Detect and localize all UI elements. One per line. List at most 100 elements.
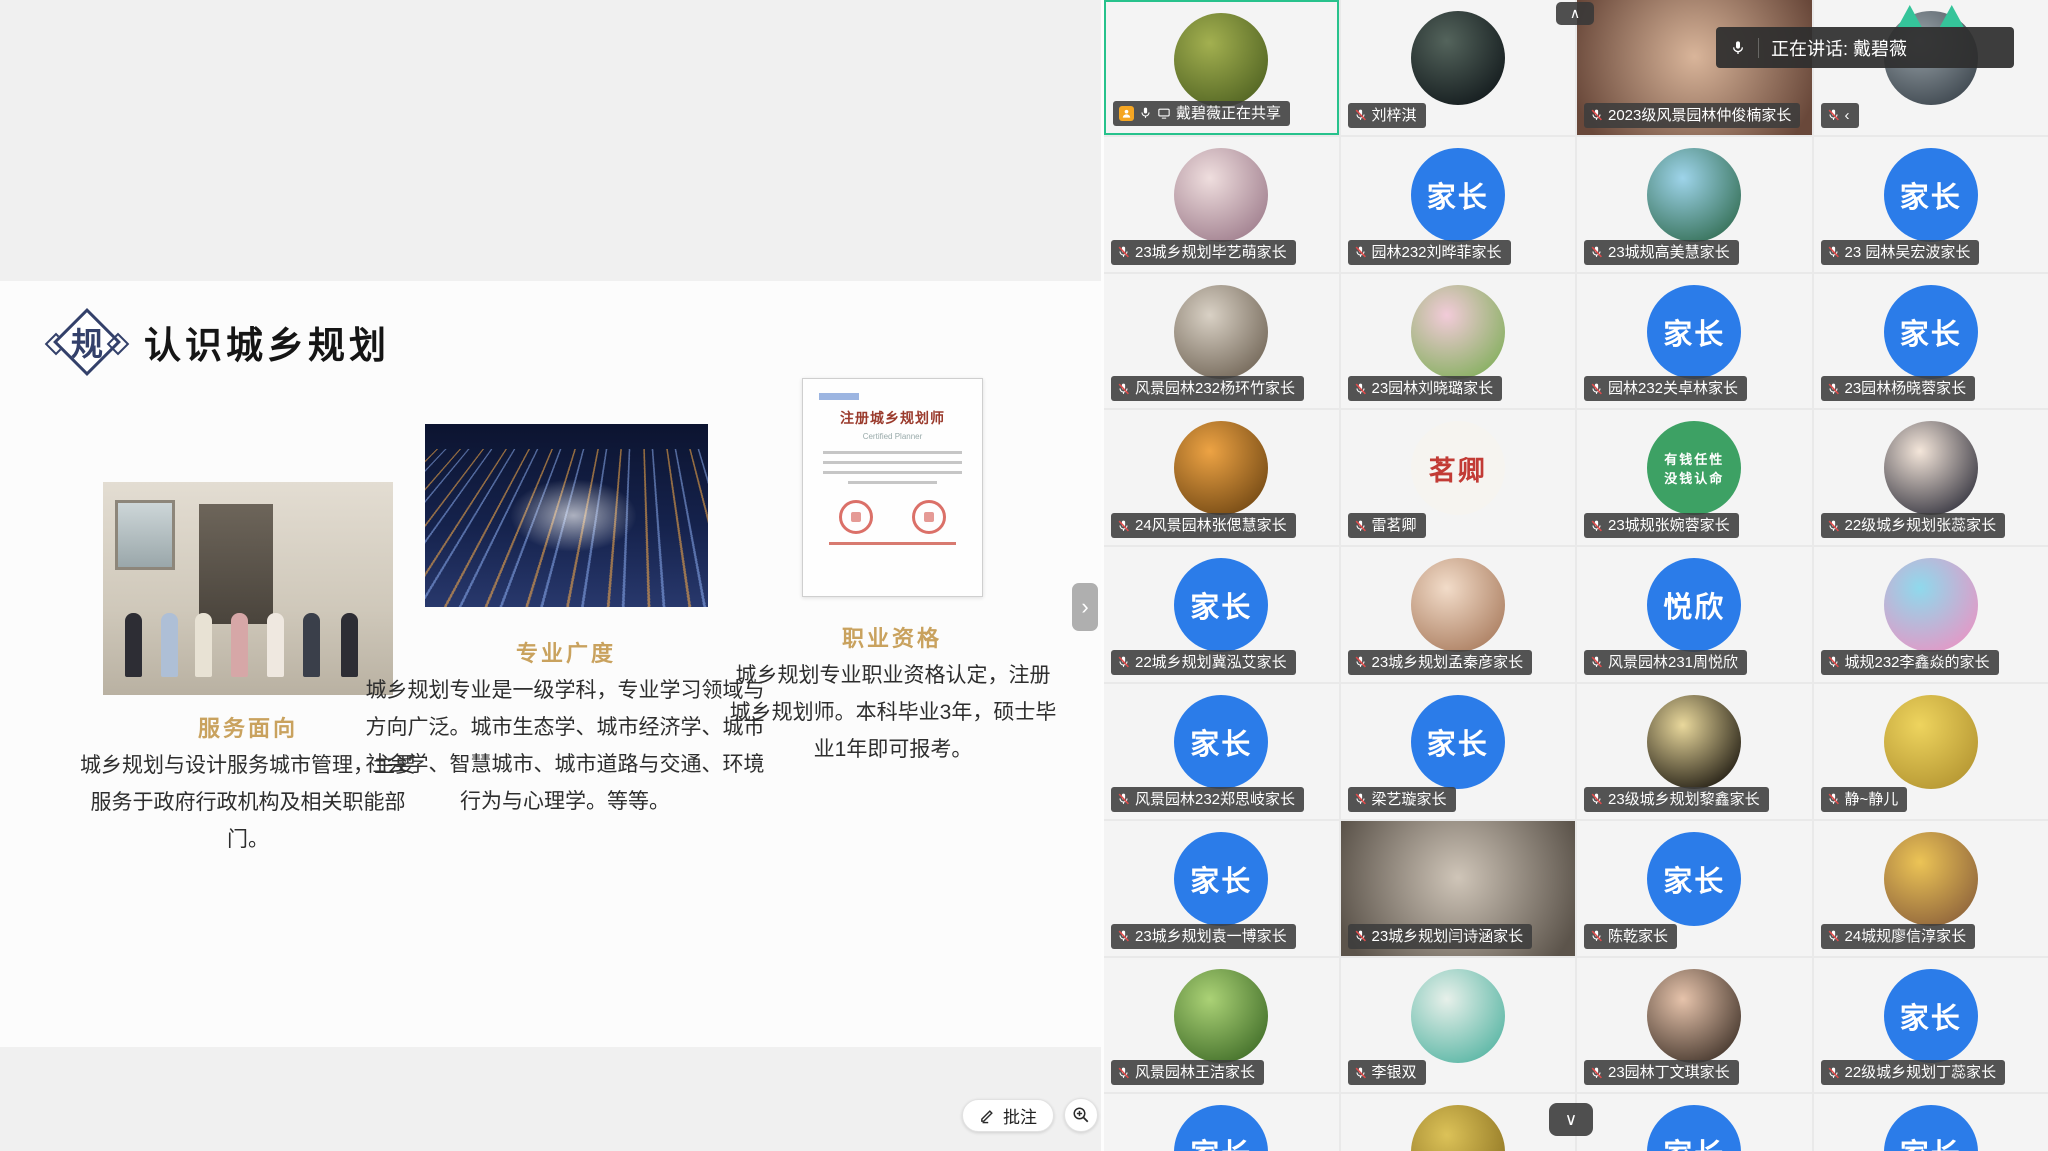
collapse-panel-handle[interactable]: ›	[1072, 583, 1098, 631]
certificate-title: 注册城乡规划师	[819, 408, 966, 428]
participant-avatar	[1174, 285, 1268, 379]
participant-avatar: 家长	[1884, 969, 1978, 1063]
participant-name-label: 23园林刘晓璐家长	[1348, 376, 1503, 401]
participant-tile[interactable]: 23城乡规划孟秦彦家长	[1341, 547, 1576, 682]
person-silhouette	[303, 613, 320, 677]
participant-name: 陈乾家长	[1608, 929, 1668, 944]
participant-tile[interactable]: 李银双	[1341, 958, 1576, 1093]
mic-muted-icon	[1117, 382, 1130, 396]
participant-tile[interactable]: 家长 陈乾家长	[1577, 821, 1812, 956]
participant-name-label: 风景园林232杨环竹家长	[1111, 376, 1304, 401]
red-seal-icon	[912, 500, 946, 534]
participant-tile[interactable]: 家长 22级城乡规划丁蕊家长	[1814, 958, 2048, 1093]
participant-name: 24风景园林张偲慧家长	[1135, 518, 1287, 533]
participant-tile[interactable]: 刘梓淇	[1341, 0, 1576, 135]
participant-tile[interactable]: 戴碧薇正在共享	[1104, 0, 1339, 135]
certificate-stamps	[819, 500, 966, 534]
mic-muted-icon	[1590, 245, 1603, 259]
mic-muted-icon	[1590, 108, 1603, 122]
participant-tile[interactable]: 家长 园林232刘晔菲家长	[1341, 137, 1576, 272]
participant-name-label: 22级城乡规划张蕊家长	[1821, 513, 2006, 538]
participant-tile[interactable]: 24城规廖信淳家长	[1814, 821, 2048, 956]
person-silhouette	[341, 613, 358, 677]
mic-muted-icon	[1590, 792, 1603, 806]
tooltip-divider	[1758, 38, 1759, 58]
participant-tile[interactable]: 家长 梁艺璇家长	[1341, 684, 1576, 819]
mic-muted-icon	[1590, 382, 1603, 396]
participant-name: 风景园林232杨环竹家长	[1135, 381, 1295, 396]
participant-tile[interactable]: 茗卿 雷茗卿	[1341, 410, 1576, 545]
mic-muted-icon	[1117, 929, 1130, 943]
participant-tile[interactable]: 有钱任性 没钱认命 23城规张婉蓉家长	[1577, 410, 1812, 545]
participant-tile[interactable]: 静~静儿	[1814, 684, 2048, 819]
mic-muted-icon	[1117, 245, 1130, 259]
participant-name: 23城乡规划袁一博家长	[1135, 929, 1287, 944]
participant-tile[interactable]: 23城规高美慧家长	[1577, 137, 1812, 272]
mic-muted-icon	[1590, 1066, 1603, 1080]
section-body: 城乡规划专业是一级学科，专业学习领域与方向广泛。城市生态学、城市经济学、城市社会…	[362, 672, 768, 820]
participant-tile[interactable]: 悦欣 风景园林231周悦欣	[1577, 547, 1812, 682]
certificate-text-line	[823, 461, 962, 464]
participant-tile[interactable]: 22级城乡规划张蕊家长	[1814, 410, 2048, 545]
section-body: 城乡规划专业职业资格认定，注册城乡规划师。本科毕业3年，硕士毕业1年即可报考。	[728, 657, 1058, 768]
participant-avatar: 家长	[1647, 832, 1741, 926]
participant-name-label: 23城乡规划袁一博家长	[1111, 924, 1296, 949]
mic-muted-icon	[1117, 792, 1130, 806]
red-seal-icon	[839, 500, 873, 534]
participant-avatar: 家长	[1884, 148, 1978, 242]
section-caption: 专业广度	[416, 636, 716, 668]
participant-avatar	[1174, 148, 1268, 242]
participant-avatar	[1647, 148, 1741, 242]
participant-tile[interactable]: 23城乡规划闫诗涵家长	[1341, 821, 1576, 956]
mic-muted-icon	[1117, 519, 1130, 533]
mic-muted-icon	[1827, 519, 1840, 533]
participant-tile[interactable]: 家长	[1577, 1094, 1812, 1151]
participant-tile[interactable]: 家长 23城乡规划袁一博家长	[1104, 821, 1339, 956]
participant-name-label: 园林232刘晔菲家长	[1348, 240, 1511, 265]
participant-tile[interactable]: 24风景园林张偲慧家长	[1104, 410, 1339, 545]
scroll-up-button[interactable]: ∧	[1556, 2, 1594, 25]
person-silhouette	[267, 613, 284, 677]
participant-tile[interactable]: 家长 园林232关卓林家长	[1577, 274, 1812, 409]
mic-icon	[1730, 39, 1746, 57]
participant-tile[interactable]: 23级城乡规划黎鑫家长	[1577, 684, 1812, 819]
participant-name-label: 李银双	[1348, 1060, 1426, 1085]
participant-tile[interactable]: 家长 23园林杨晓蓉家长	[1814, 274, 2048, 409]
participant-avatar: 悦欣	[1647, 558, 1741, 652]
slide-header: 规 认识城乡规划	[52, 307, 390, 377]
scroll-down-button[interactable]: ∨	[1549, 1103, 1593, 1136]
participant-name-label: 风景园林王洁家长	[1111, 1060, 1264, 1085]
mic-muted-icon	[1590, 519, 1603, 533]
certificate-text-line	[823, 451, 962, 454]
person-silhouette	[161, 613, 178, 677]
participant-tile[interactable]: 23城乡规划毕艺萌家长	[1104, 137, 1339, 272]
participant-tile[interactable]: 家长 22城乡规划冀泓艾家长	[1104, 547, 1339, 682]
participant-tile[interactable]: 家长	[1104, 1094, 1339, 1151]
participant-tile[interactable]: 家长	[1814, 1094, 2048, 1151]
participant-tile[interactable]	[1341, 1094, 1576, 1151]
participant-tile[interactable]: 家长 23 园林吴宏波家长	[1814, 137, 2048, 272]
participant-tile[interactable]: 23园林刘晓璐家长	[1341, 274, 1576, 409]
screen-share-icon	[1157, 107, 1171, 120]
participant-tile[interactable]: 风景园林王洁家长	[1104, 958, 1339, 1093]
meeting-window: 规 认识城乡规划 注册城乡规划师 C	[0, 0, 2048, 1151]
participant-name: 23城乡规划闫诗涵家长	[1372, 929, 1524, 944]
participant-name-label: 23城规张婉蓉家长	[1584, 513, 1739, 538]
zoom-button[interactable]	[1064, 1098, 1098, 1132]
participant-avatar	[1411, 11, 1505, 105]
annotate-button[interactable]: 批注	[962, 1099, 1054, 1132]
participant-name-label: 23城规高美慧家长	[1584, 240, 1739, 265]
participant-name-label: 刘梓淇	[1348, 103, 1426, 128]
traffic-photo	[425, 424, 708, 607]
participant-name-label: 22级城乡规划丁蕊家长	[1821, 1060, 2006, 1085]
participant-name: 雷茗卿	[1372, 518, 1417, 533]
participant-tile[interactable]: 家长 风景园林232郑思岐家长	[1104, 684, 1339, 819]
participant-tile[interactable]: 城规232李鑫焱的家长	[1814, 547, 2048, 682]
participant-avatar	[1411, 558, 1505, 652]
participant-name-label: 23城乡规划毕艺萌家长	[1111, 240, 1296, 265]
participant-tile[interactable]: 23园林丁文琪家长	[1577, 958, 1812, 1093]
slide: 规 认识城乡规划 注册城乡规划师 C	[0, 281, 1101, 1047]
service-photo	[103, 482, 393, 695]
participant-tile[interactable]: 风景园林232杨环竹家长	[1104, 274, 1339, 409]
participant-avatar	[1174, 13, 1268, 107]
